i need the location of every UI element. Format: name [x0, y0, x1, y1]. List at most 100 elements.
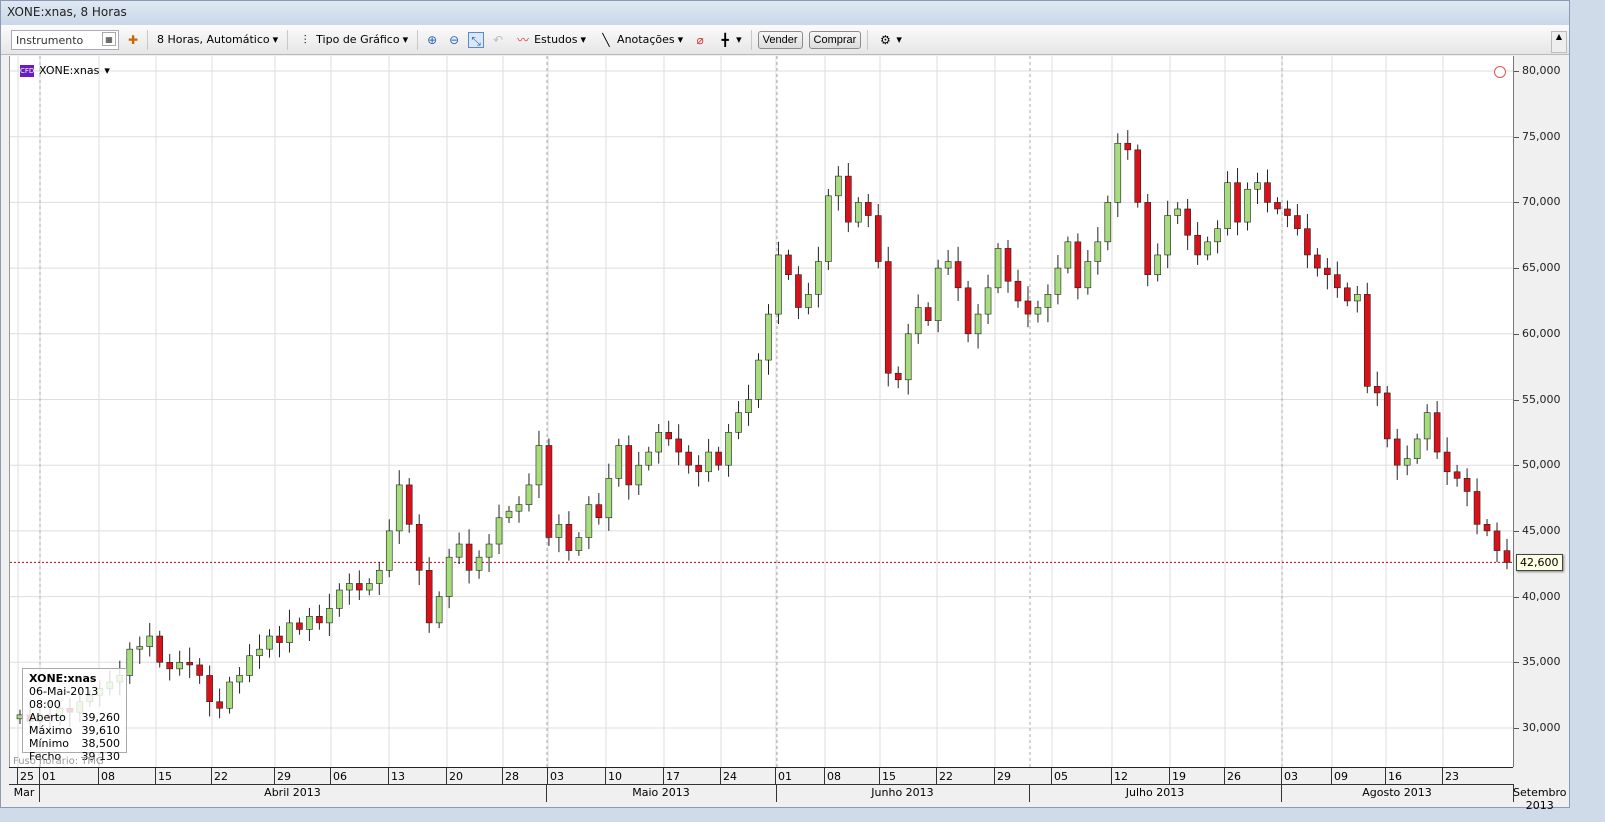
y-tick — [1514, 333, 1519, 335]
clock-icon[interactable] — [1494, 66, 1506, 78]
candle-down — [1473, 491, 1481, 525]
month-tick — [546, 784, 547, 802]
candle-up — [1044, 294, 1052, 308]
y-tick — [1514, 662, 1519, 664]
separator — [287, 29, 289, 50]
candle-up — [346, 583, 353, 591]
pan-icon[interactable]: ⤡ — [468, 31, 485, 48]
candle-up — [236, 675, 243, 683]
y-tick-label: 40,000 — [1522, 589, 1561, 603]
candle-up — [455, 543, 463, 558]
candle-up — [256, 648, 263, 657]
candle-down — [1503, 550, 1511, 563]
undo-icon[interactable]: ↶ — [490, 32, 506, 48]
eraser-icon[interactable]: ⌀ — [692, 32, 708, 48]
zoom-in-icon[interactable]: ⊕ — [424, 32, 440, 48]
y-tick-label: 45,000 — [1522, 523, 1561, 537]
x-tick — [1111, 768, 1112, 784]
gear-icon: ⚙ — [879, 32, 891, 47]
x-tick-label: 01 — [778, 770, 792, 783]
candle-down — [206, 675, 213, 703]
candle-up — [1154, 254, 1162, 275]
x-tick — [388, 768, 389, 784]
x-tick-label: 29 — [277, 770, 291, 783]
candle-up — [745, 399, 752, 413]
candle-up — [1244, 188, 1251, 223]
y-tick-label: 55,000 — [1522, 392, 1561, 406]
candle-up — [515, 504, 523, 512]
y-tick-label: 30,000 — [1522, 721, 1561, 734]
candle-down — [1124, 142, 1132, 151]
candle-up — [934, 267, 942, 321]
candle-down — [954, 261, 962, 289]
y-tick-label: 65,000 — [1522, 261, 1561, 275]
studies-dropdown[interactable]: 〰 Estudos ▾ — [512, 32, 589, 48]
month-tick — [776, 784, 777, 802]
chevron-down-icon[interactable]: ▾ — [104, 64, 110, 77]
chart-type-dropdown[interactable]: ⫶ Tipo de Gráfico ▾ — [294, 32, 411, 48]
candle-up — [835, 175, 842, 197]
chevron-down-icon: ▾ — [677, 33, 684, 46]
x-tick-label: 08 — [827, 770, 841, 783]
candle-down — [1274, 202, 1281, 210]
calculator-icon[interactable]: ▦ — [102, 31, 116, 46]
x-tick — [1224, 768, 1225, 784]
toolbar: Instrumento ▦ ✚ 8 Horas, Automático ▾ ⫶ Tip… — [1, 25, 1569, 55]
axis-divider — [9, 784, 1513, 785]
candle-up — [655, 432, 663, 453]
x-tick-label: 05 — [1054, 770, 1068, 783]
candlestick-icon: ⫶ — [303, 32, 307, 47]
instrument-input[interactable]: Instrumento ▦ — [11, 29, 119, 50]
interval-dropdown[interactable]: 8 Horas, Automático ▾ — [154, 33, 281, 46]
candle-up — [635, 464, 643, 486]
x-tick — [994, 768, 995, 784]
candle-up — [645, 451, 653, 466]
candle-down — [1134, 149, 1142, 203]
candle-up — [1354, 294, 1361, 302]
candle-up — [605, 478, 613, 519]
candle-up — [286, 622, 293, 643]
candle-down — [1363, 294, 1371, 387]
candle-up — [1164, 215, 1171, 256]
x-tick-label: 13 — [391, 770, 405, 783]
candle-down — [1373, 386, 1381, 394]
x-tick-label: 25 — [20, 770, 34, 783]
x-tick-label: 03 — [1284, 770, 1298, 783]
candle-up — [505, 510, 513, 519]
sell-button[interactable]: Vender — [757, 30, 803, 49]
candle-down — [874, 215, 882, 262]
candle-down — [1393, 438, 1401, 466]
candle-down — [1024, 300, 1032, 315]
candle-down — [625, 445, 633, 486]
candle-up — [1224, 182, 1231, 229]
candle-up — [825, 195, 832, 262]
candle-up — [1413, 438, 1421, 459]
candle-up — [1174, 208, 1181, 216]
candle-down — [356, 583, 363, 591]
chart-area[interactable]: CFD XONE:xnas ▾ XONE:xnas 06-Mai-2013 08… — [9, 56, 1514, 767]
y-tick — [1514, 465, 1519, 467]
studies-icon: 〰 — [517, 32, 530, 47]
crosshair-dropdown[interactable]: ╋ ▾ — [714, 32, 745, 48]
price-axis[interactable]: 80,000 75,000 70,000 65,000 60,000 55,000 50,0… — [1513, 56, 1567, 767]
scroll-up-button[interactable]: ▲ — [1551, 31, 1567, 53]
candle-up — [365, 583, 373, 591]
x-tick — [1385, 768, 1386, 784]
time-axis[interactable]: 25 01 08 15 22 29 06 13 20 28 03 10 17 24 01 08 15 22 29 05… — [9, 767, 1567, 812]
candle-down — [715, 451, 722, 466]
symbol-legend[interactable]: CFD XONE:xnas ▾ — [20, 64, 110, 77]
settings-dropdown[interactable]: ⚙ ▾ — [874, 32, 905, 48]
x-tick-label: 15 — [158, 770, 172, 783]
buy-button[interactable]: Comprar — [808, 30, 862, 49]
zoom-out-icon[interactable]: ⊖ — [446, 32, 462, 48]
candle-up — [575, 537, 583, 551]
candle-up — [375, 570, 383, 584]
candle-down — [595, 504, 603, 519]
candle-up — [176, 661, 183, 670]
symbol-label: XONE:xnas — [39, 64, 100, 77]
x-tick — [720, 768, 721, 784]
annotations-dropdown[interactable]: ╲ Anotações ▾ — [595, 32, 686, 48]
add-indicator-icon[interactable]: ✚ — [125, 32, 141, 48]
x-tick-label: 01 — [42, 770, 56, 783]
candle-up — [815, 261, 822, 295]
